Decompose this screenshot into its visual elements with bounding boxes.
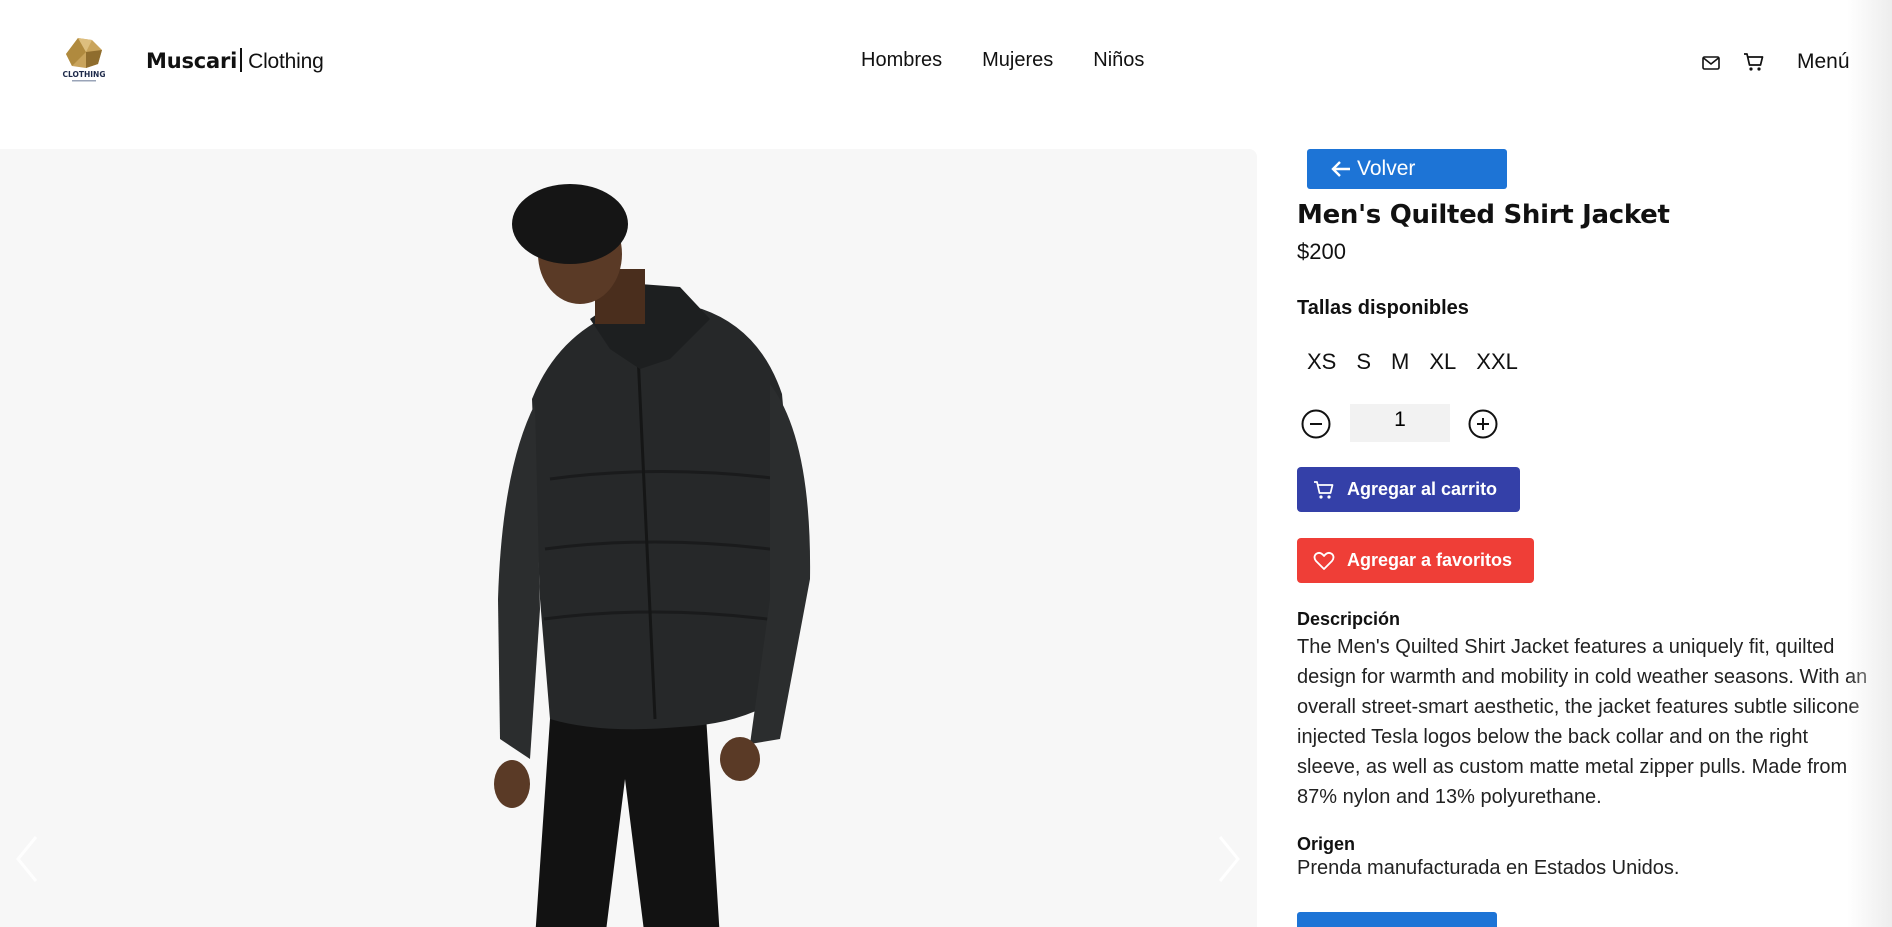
description-heading: Descripción	[1297, 609, 1401, 629]
logo-text: CLOTHING	[62, 70, 105, 79]
carousel-next-button[interactable]	[1208, 829, 1248, 889]
menu-button[interactable]: Menú	[1797, 50, 1850, 74]
product-title: Men's Quilted Shirt Jacket	[1297, 200, 1670, 230]
quantity-input[interactable]	[1350, 404, 1450, 442]
heart-icon	[1313, 551, 1335, 570]
size-option-s[interactable]: S	[1356, 349, 1371, 375]
partial-action-button[interactable]	[1297, 912, 1497, 927]
brand-logo[interactable]: CLOTHING	[58, 34, 110, 86]
add-to-cart-label: Agregar al carrito	[1347, 479, 1498, 499]
nav-item-mujeres[interactable]: Mujeres	[982, 49, 1053, 72]
cart-icon[interactable]	[1743, 51, 1765, 73]
brand-name[interactable]: Muscari Clothing	[146, 48, 324, 74]
nav-item-hombres[interactable]: Hombres	[861, 49, 942, 72]
product-price: $200	[1297, 239, 1346, 264]
product-origin: Prenda manufacturada en Estados Unidos.	[1297, 857, 1680, 879]
product-photo	[494, 184, 811, 927]
origin-heading: Origen	[1297, 834, 1356, 854]
brand-divider	[240, 48, 243, 72]
decrease-quantity-button[interactable]	[1300, 408, 1332, 440]
size-options: XS S M XL XXL	[1307, 349, 1518, 375]
arrow-left-icon	[1331, 161, 1350, 177]
add-to-cart-button[interactable]: Agregar al carrito	[1297, 467, 1520, 512]
main-nav: Hombres Mujeres Niños	[861, 49, 1144, 72]
size-option-xl[interactable]: XL	[1429, 349, 1456, 375]
logo-icon: CLOTHING	[62, 38, 106, 82]
add-to-favorites-label: Agregar a favoritos	[1347, 550, 1513, 570]
brand-secondary: Clothing	[248, 50, 324, 73]
size-option-xxl[interactable]: XXL	[1476, 349, 1518, 375]
product-description: The Men's Quilted Shirt Jacket features …	[1297, 636, 1868, 808]
mail-icon[interactable]	[1700, 52, 1722, 74]
cart-icon	[1314, 480, 1334, 499]
product-gallery	[0, 149, 1257, 927]
sizes-heading: Tallas disponibles	[1297, 297, 1469, 319]
size-option-xs[interactable]: XS	[1307, 349, 1336, 375]
plus-circle-icon	[1468, 409, 1498, 439]
minus-circle-icon	[1301, 409, 1331, 439]
site-header: CLOTHING Muscari Clothing Hombres Mujeres…	[0, 0, 1892, 124]
add-to-favorites-button[interactable]: Agregar a favoritos	[1297, 538, 1534, 583]
back-button[interactable]: Volver	[1307, 149, 1507, 189]
brand-primary: Muscari	[146, 49, 238, 73]
carousel-prev-button[interactable]	[8, 829, 48, 889]
size-option-m[interactable]: M	[1391, 349, 1409, 375]
nav-item-ninos[interactable]: Niños	[1093, 49, 1144, 72]
increase-quantity-button[interactable]	[1467, 408, 1499, 440]
back-button-label: Volver	[1357, 157, 1416, 180]
